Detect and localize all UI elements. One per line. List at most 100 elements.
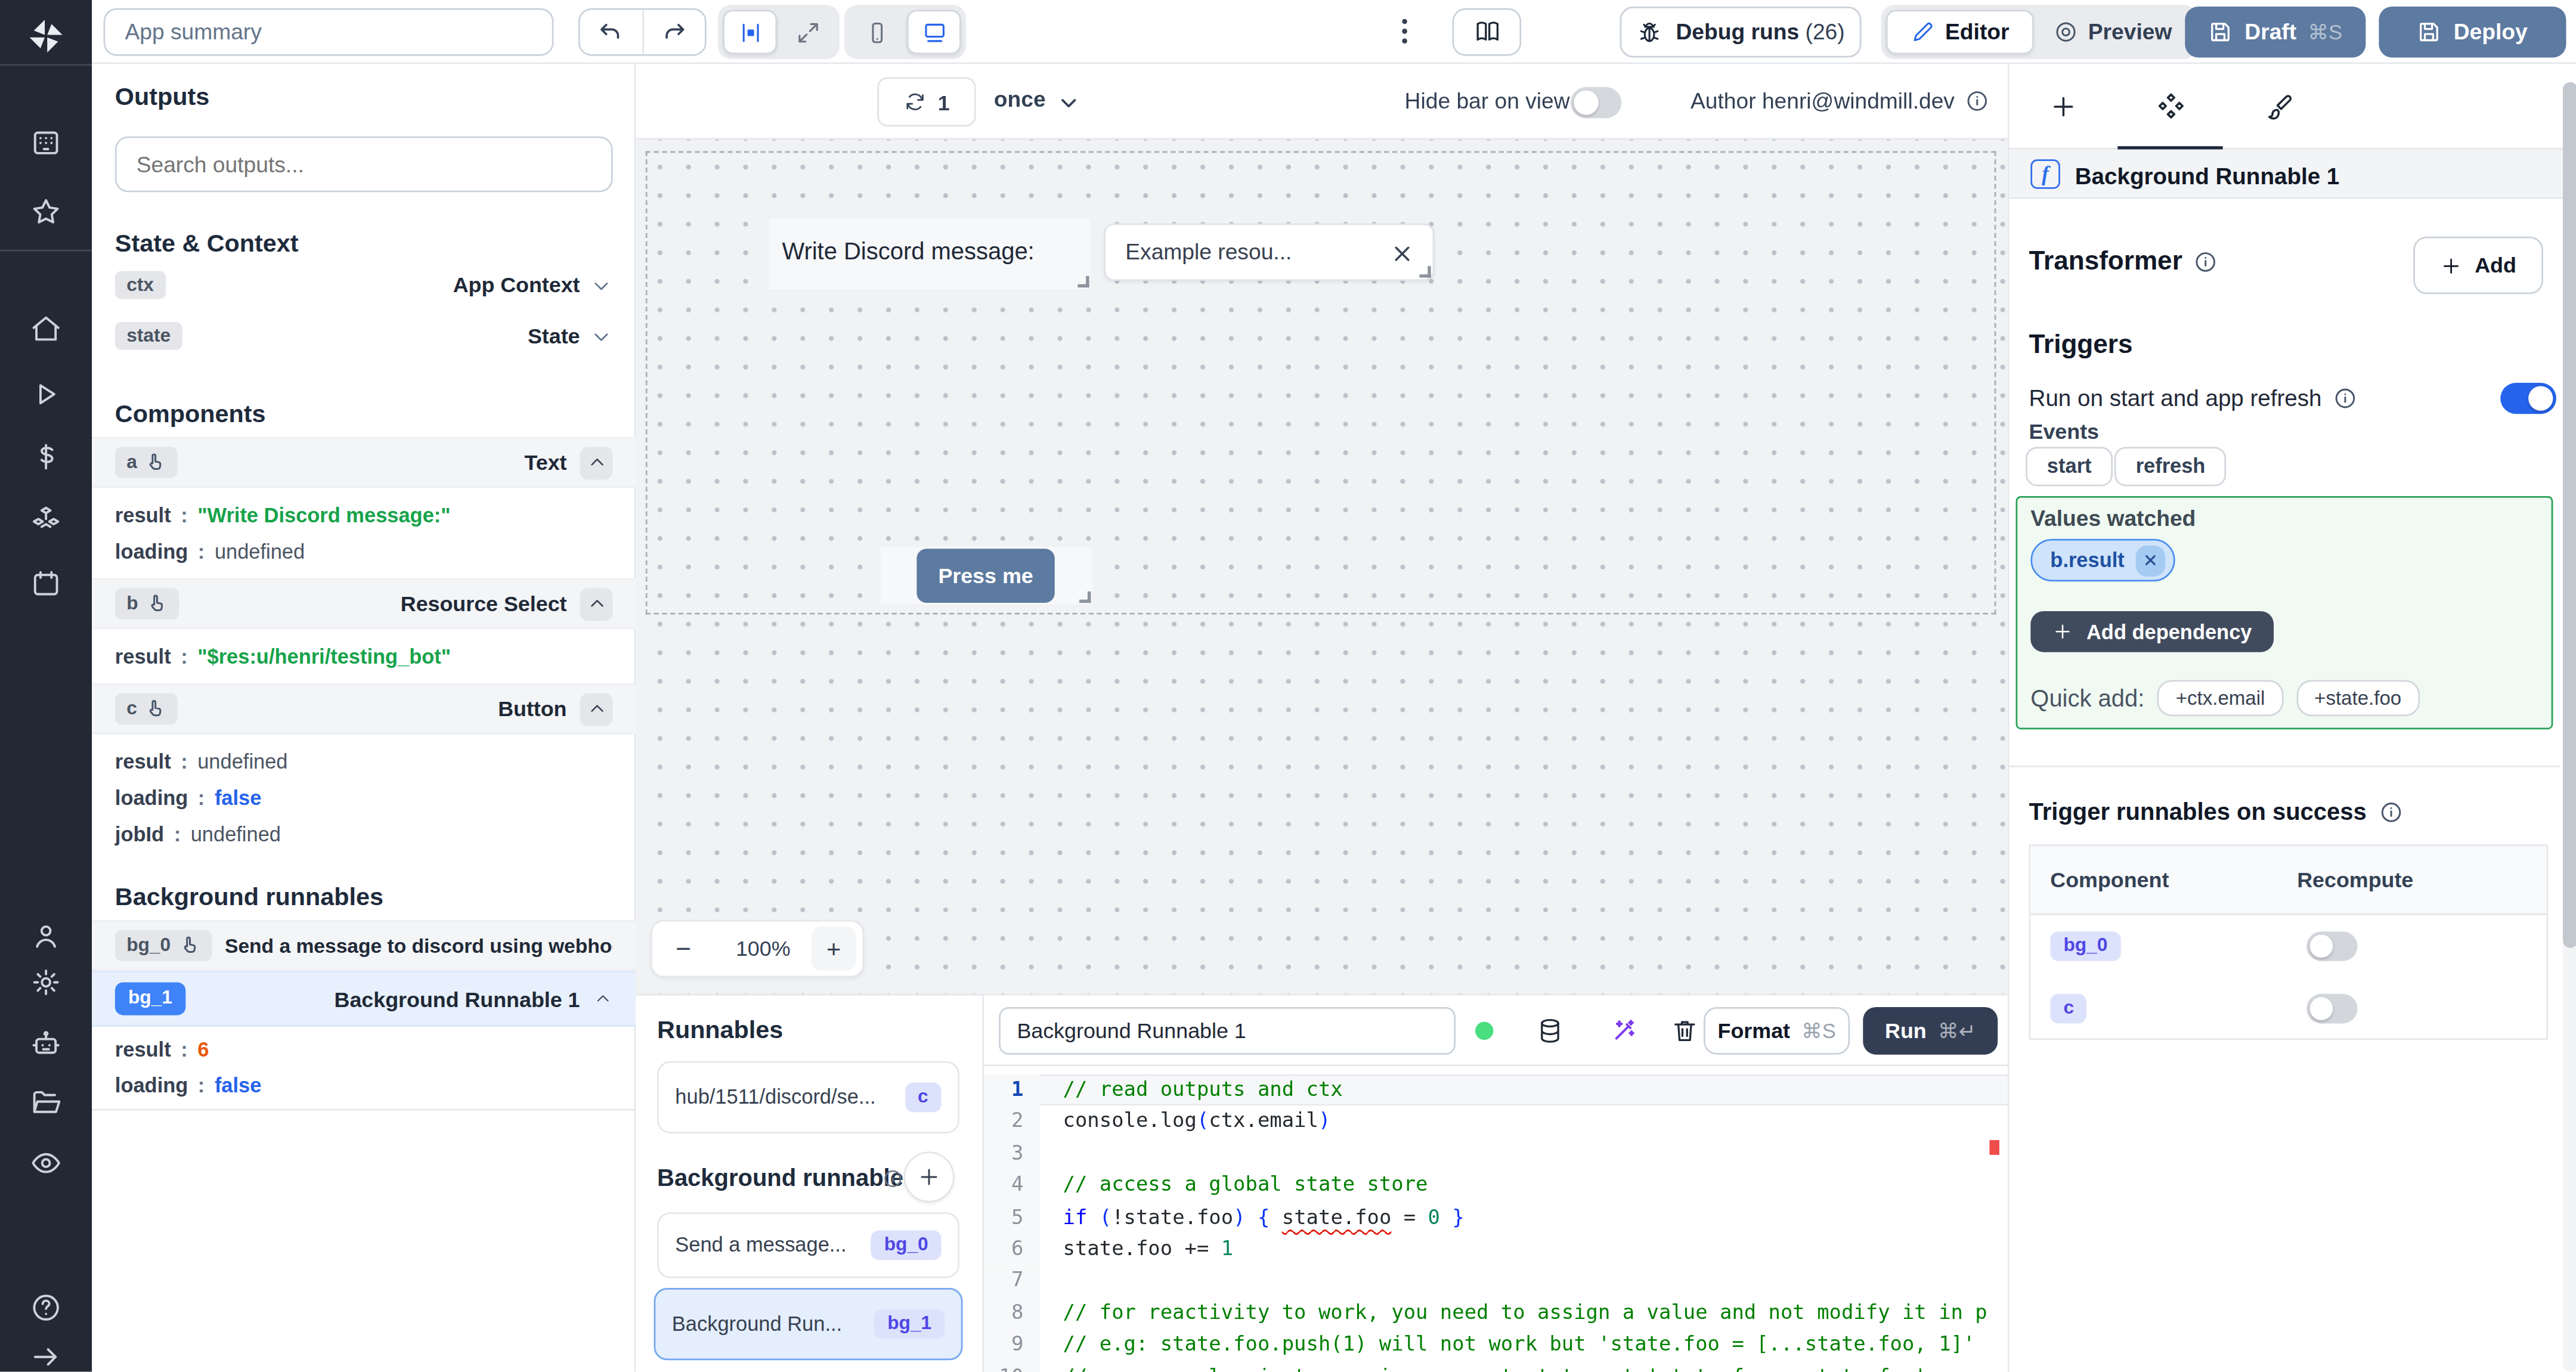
styling-tab[interactable] <box>2264 92 2294 122</box>
cache-database-icon[interactable] <box>1536 1017 1564 1045</box>
code-line[interactable]: 2console.log(ctx.email) <box>984 1106 2009 1138</box>
desktop-view-button[interactable] <box>907 10 961 54</box>
zoom-in-button[interactable]: + <box>812 927 856 971</box>
hub-runnable-item[interactable]: hub/1511/discord/se... c <box>657 1061 959 1133</box>
add-bg-runnable-button[interactable] <box>903 1151 954 1202</box>
app-canvas[interactable]: Write Discord message: Example resou... … <box>636 140 2008 994</box>
component-a-row[interactable]: a Text <box>92 437 636 488</box>
clear-selection-icon[interactable] <box>1390 241 1414 266</box>
run-button[interactable]: Run ⌘↵ <box>1863 1007 1998 1055</box>
draft-button[interactable]: Draft ⌘S <box>2185 7 2366 57</box>
runnable-name-input[interactable] <box>999 1007 1456 1055</box>
help-icon[interactable] <box>30 1292 63 1324</box>
resources-icon[interactable] <box>30 503 63 535</box>
quick-add-state-foo[interactable]: +state.foo <box>2296 680 2420 717</box>
resource-select-component[interactable]: Example resou... <box>1104 224 1434 281</box>
refresh-count-button[interactable]: 1 <box>877 77 976 126</box>
resize-handle[interactable] <box>1419 266 1431 277</box>
info-icon[interactable] <box>2333 385 2358 410</box>
scrollbar-thumb[interactable] <box>2563 82 2576 948</box>
bg1-runnable-item-selected[interactable]: Background Run... bg_1 <box>654 1288 963 1360</box>
code-line[interactable]: 10// you may also just reassign as next … <box>984 1361 2009 1372</box>
event-chip-start[interactable]: start <box>2026 447 2113 486</box>
press-me-button[interactable]: Press me <box>917 549 1054 603</box>
deploy-button[interactable]: Deploy <box>2379 7 2566 57</box>
code-line[interactable]: 7 <box>984 1265 2009 1297</box>
connections-tab[interactable] <box>2156 91 2187 122</box>
state-row[interactable]: state State <box>92 311 636 361</box>
variables-icon[interactable] <box>30 440 63 473</box>
code-line[interactable]: 1// read outputs and ctx <box>984 1074 2009 1106</box>
component-b-badge: b <box>115 588 179 619</box>
table-row: c <box>2030 977 2546 1040</box>
preview-tab[interactable]: Preview <box>2034 10 2192 54</box>
component-c-row[interactable]: c Button <box>92 683 636 734</box>
component-b-row[interactable]: b Resource Select <box>92 578 636 629</box>
component-a-type: Text <box>525 450 567 475</box>
zoom-out-button[interactable]: − <box>652 934 715 964</box>
workers-icon[interactable] <box>30 1027 63 1060</box>
code-line[interactable]: 5if (!state.foo) { state.foo = 0 } <box>984 1202 2009 1234</box>
bg1-row[interactable]: bg_1 Background Runnable 1 <box>92 971 636 1027</box>
redo-button[interactable] <box>643 10 705 54</box>
code-line[interactable]: 3 <box>984 1138 2009 1170</box>
code-line[interactable]: 9// e.g: state.foo.push(1) will not work… <box>984 1329 2009 1361</box>
resize-handle[interactable] <box>1078 276 1089 287</box>
inspector-panel: f Background Runnable 1 Transformer Add … <box>2008 64 2576 1371</box>
recompute-c-toggle[interactable] <box>2306 994 2357 1024</box>
run-on-start-toggle[interactable] <box>2500 383 2556 414</box>
recompute-bg0-toggle[interactable] <box>2306 931 2357 961</box>
app-summary-input[interactable] <box>104 8 554 56</box>
settings-icon[interactable] <box>30 966 63 999</box>
hide-bar-toggle[interactable] <box>1571 87 1621 118</box>
code-line[interactable]: 4// access a global state store <box>984 1170 2009 1201</box>
undo-button[interactable] <box>580 10 643 54</box>
collapse-a-button[interactable] <box>580 446 613 479</box>
text-component-holder[interactable]: Write Discord message: <box>769 218 1091 289</box>
expand-mode-button[interactable] <box>781 10 835 54</box>
code-line[interactable]: 6state.foo += 1 <box>984 1234 2009 1265</box>
button-component-holder[interactable]: Press me <box>881 547 1092 604</box>
runs-icon[interactable] <box>30 378 63 411</box>
audit-logs-icon[interactable] <box>30 1147 63 1179</box>
ctx-row[interactable]: ctx App Context <box>92 259 636 310</box>
remove-watched-icon[interactable] <box>2136 544 2166 575</box>
collapse-c-button[interactable] <box>580 692 613 725</box>
windmill-logo-icon[interactable] <box>24 15 67 63</box>
insert-component-tab[interactable] <box>2049 92 2079 122</box>
refresh-mode-select[interactable]: once <box>994 87 1046 112</box>
info-icon[interactable] <box>2378 799 2402 823</box>
pointer-icon <box>145 452 167 473</box>
workspace-icon[interactable] <box>30 126 63 159</box>
info-icon[interactable] <box>2194 249 2218 273</box>
search-outputs-input[interactable] <box>115 137 613 193</box>
collapse-sidebar-icon[interactable] <box>30 1340 63 1372</box>
add-dependency-button[interactable]: Add dependency <box>2030 611 2273 652</box>
more-options-button[interactable] <box>1386 13 1423 54</box>
bg0-row[interactable]: bg_0 Send a message to discord using web… <box>92 920 636 971</box>
event-chip-refresh[interactable]: refresh <box>2114 447 2227 486</box>
add-transformer-button[interactable]: Add <box>2413 237 2543 294</box>
resize-handle[interactable] <box>1079 591 1091 603</box>
favorites-icon[interactable] <box>30 196 63 228</box>
code-area[interactable]: 1// read outputs and ctx2console.log(ctx… <box>984 1066 2009 1372</box>
schedules-icon[interactable] <box>30 567 63 600</box>
folders-icon[interactable] <box>30 1086 63 1119</box>
align-mode-button[interactable] <box>723 10 777 54</box>
watched-value-chip[interactable]: b.result <box>2030 539 2175 582</box>
info-icon[interactable] <box>882 1168 903 1190</box>
mobile-view-button[interactable] <box>849 10 903 54</box>
debug-runs-button[interactable]: Debug runs (26) <box>1620 7 1862 57</box>
code-line[interactable]: 8// for reactivity to work, you need to … <box>984 1297 2009 1329</box>
bg0-runnable-item[interactable]: Send a message... bg_0 <box>657 1212 959 1278</box>
quick-add-ctx-email[interactable]: +ctx.email <box>2157 680 2283 717</box>
delete-trash-icon[interactable] <box>1671 1017 1699 1045</box>
home-icon[interactable] <box>30 312 63 345</box>
format-button[interactable]: Format ⌘S <box>1704 1007 1850 1055</box>
info-icon[interactable] <box>1965 89 1989 113</box>
editor-tab[interactable]: Editor <box>1886 10 2034 54</box>
ai-wand-icon[interactable] <box>1610 1017 1638 1045</box>
docs-book-button[interactable] <box>1453 8 1522 56</box>
collapse-b-button[interactable] <box>580 587 613 620</box>
user-icon[interactable] <box>30 920 63 953</box>
